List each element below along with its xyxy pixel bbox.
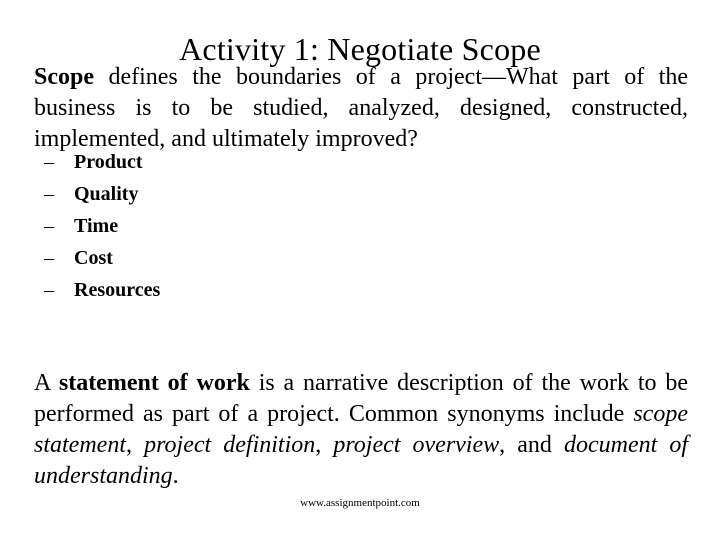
synonym-project-overview: project overview: [333, 432, 500, 458]
list-item-label: Product: [74, 151, 143, 173]
list-item: – Cost: [44, 242, 544, 274]
scope-factors-list: – Product – Quality – Time – Cost – Resources: [44, 146, 544, 306]
intro-paragraph: Scope defines the boundaries of a projec…: [34, 62, 688, 155]
closing-paragraph: A statement of work is a narrative descr…: [34, 368, 688, 492]
closing-paragraph-block: A statement of work is a narrative descr…: [34, 368, 688, 492]
statement-of-work-term: statement of work: [58, 370, 250, 396]
closing-text-a: A: [34, 370, 59, 396]
list-item-label: Resources: [74, 279, 161, 301]
closing-text-c: ,: [125, 432, 145, 458]
list-item-label: Cost: [74, 247, 113, 269]
en-dash-bullet-icon: –: [44, 247, 54, 269]
en-dash-bullet-icon: –: [44, 151, 54, 173]
closing-text-e: , and: [499, 432, 564, 458]
synonym-project-definition: project definition: [144, 432, 316, 458]
list-item: – Resources: [44, 274, 544, 306]
intro-body-text: defines the boundaries of a project—What…: [34, 64, 688, 152]
intro-paragraph-block: Scope defines the boundaries of a projec…: [34, 62, 688, 155]
list-item-label: Quality: [74, 183, 139, 205]
en-dash-bullet-icon: –: [44, 279, 54, 301]
list-item: – Time: [44, 210, 544, 242]
slide-canvas: Activity 1: Negotiate Scope Scope define…: [0, 0, 720, 540]
list-item-label: Time: [74, 215, 119, 237]
list-item: – Product: [44, 146, 544, 178]
footer-source-text: www.assignmentpoint.com: [300, 497, 420, 509]
list-item: – Quality: [44, 178, 544, 210]
intro-lead-term: Scope: [34, 64, 94, 90]
closing-text-f: .: [172, 463, 179, 489]
closing-text-d: ,: [315, 432, 334, 458]
en-dash-bullet-icon: –: [44, 215, 54, 237]
en-dash-bullet-icon: –: [44, 183, 54, 205]
